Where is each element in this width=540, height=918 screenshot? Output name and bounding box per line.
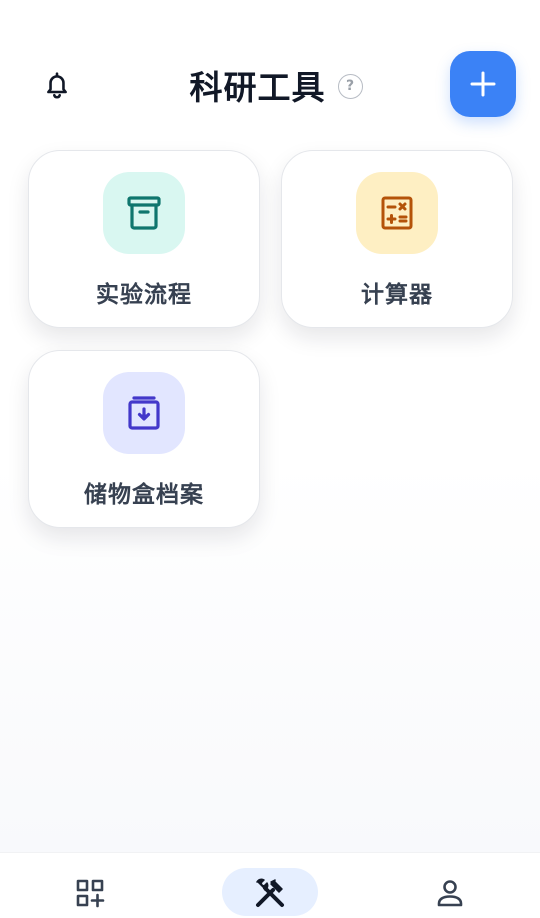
tool-icon-tile xyxy=(356,172,438,254)
tool-card-storage-box-archive[interactable]: 储物盒档案 xyxy=(28,350,260,528)
add-button[interactable] xyxy=(450,51,516,117)
tool-label: 计算器 xyxy=(361,282,433,308)
tool-card-experiment-flow[interactable]: 实验流程 xyxy=(28,150,260,328)
tool-label: 储物盒档案 xyxy=(84,482,204,508)
bottom-nav xyxy=(0,852,540,918)
nav-item-dashboard[interactable] xyxy=(66,869,114,917)
nav-item-profile[interactable] xyxy=(426,869,474,917)
header: 科研工具 ? xyxy=(0,0,540,140)
tool-label: 实验流程 xyxy=(96,282,192,308)
calculator-icon xyxy=(381,196,413,230)
grid-add-icon xyxy=(76,879,105,908)
plus-icon xyxy=(470,71,496,97)
page-title: 科研工具 xyxy=(189,68,326,107)
tools-icon xyxy=(256,878,284,907)
archive-download-icon xyxy=(128,396,160,430)
tool-card-calculator[interactable]: 计算器 xyxy=(281,150,513,328)
archive-box-icon xyxy=(127,196,161,230)
nav-item-tools[interactable] xyxy=(246,869,294,917)
user-icon xyxy=(437,880,463,907)
tool-icon-tile xyxy=(103,172,185,254)
tool-icon-tile xyxy=(103,372,185,454)
help-icon[interactable]: ? xyxy=(337,73,363,99)
